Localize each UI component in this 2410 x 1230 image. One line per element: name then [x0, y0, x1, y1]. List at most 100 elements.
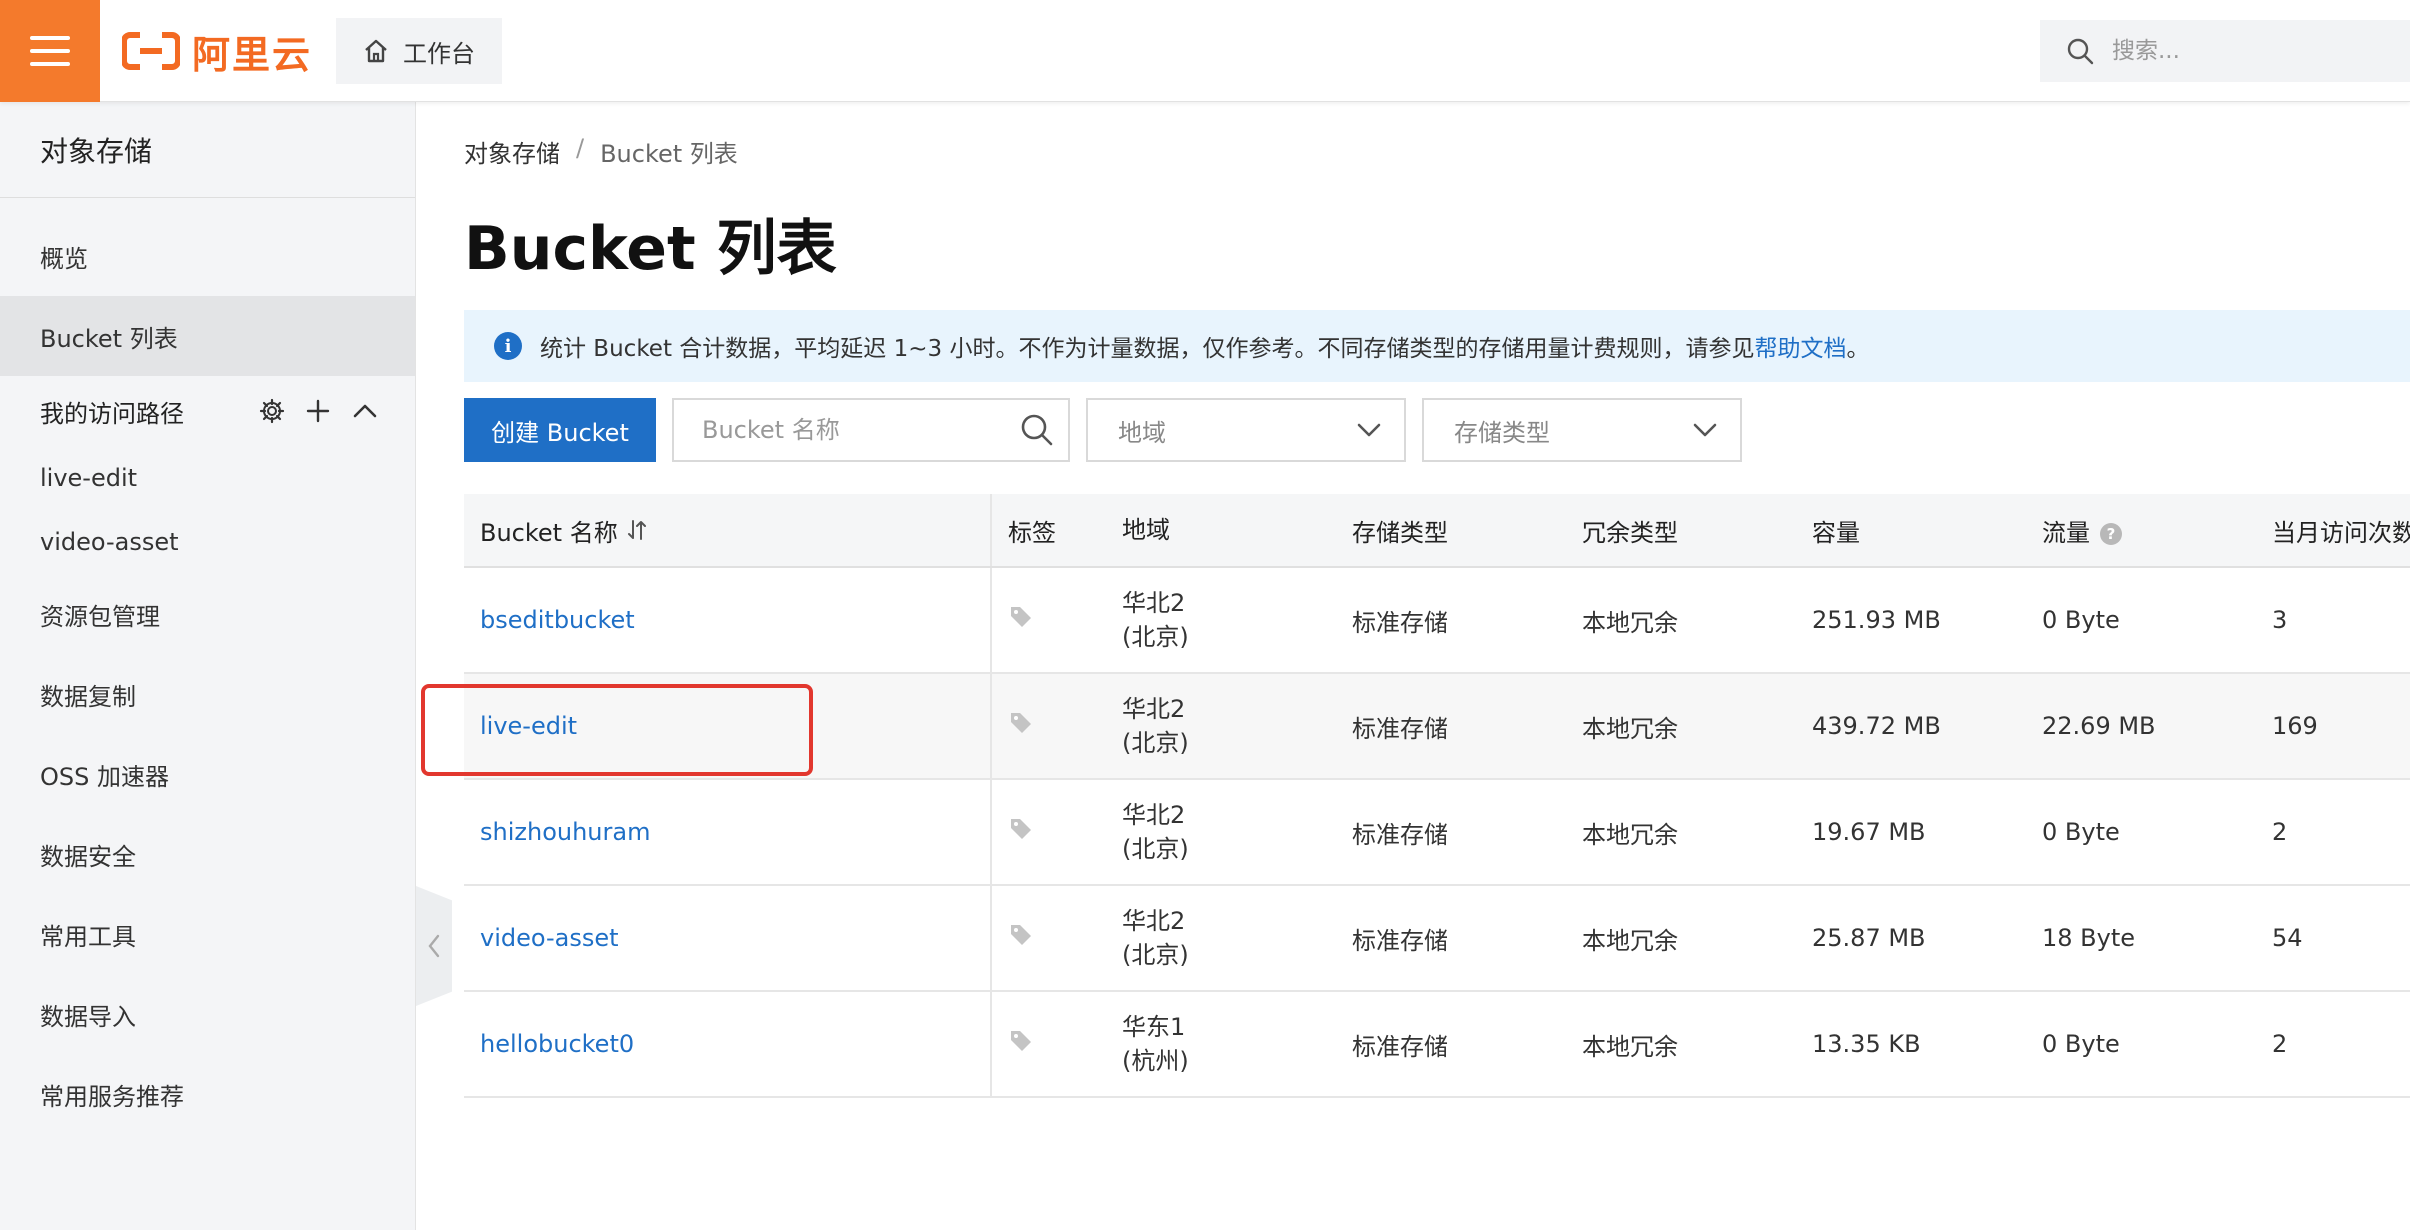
bucket-name-link[interactable]: shizhouhuram [480, 818, 650, 846]
sort-icon[interactable] [626, 518, 648, 542]
bucket-name-search[interactable] [672, 398, 1070, 462]
plus-icon[interactable] [305, 398, 331, 424]
table-row: shizhouhuram 华北2 (北京) 标准存储 本地冗余 19.67 MB … [464, 780, 2410, 886]
tag-icon[interactable] [1008, 710, 1034, 736]
redundancy-cell: 本地冗余 [1582, 926, 1678, 955]
col-redundancy: 冗余类型 [1582, 518, 1678, 547]
redundancy-cell: 本地冗余 [1582, 1032, 1678, 1061]
toolbar: 创建 Bucket 地域 存储类型 [464, 398, 1742, 462]
sidebar-item-overview[interactable]: 概览 [0, 216, 415, 296]
table-row: live-edit 华北2 (北京) 标准存储 本地冗余 439.72 MB 22… [464, 674, 2410, 780]
visits-cell: 2 [2272, 818, 2288, 846]
storage-type-cell: 标准存储 [1352, 926, 1448, 955]
traffic-cell: 22.69 MB [2042, 712, 2156, 740]
help-icon[interactable]: ? [2100, 522, 2122, 545]
visits-cell: 169 [2272, 712, 2318, 740]
chevron-up-icon[interactable] [351, 398, 379, 424]
bucket-name-input[interactable] [702, 416, 1002, 444]
traffic-cell: 18 Byte [2042, 924, 2136, 952]
breadcrumb-separator: / [576, 134, 585, 162]
breadcrumb-item-oss[interactable]: 对象存储 [464, 134, 560, 169]
table-row: bseditbucket 华北2 (北京) 标准存储 本地冗余 251.93 MB… [464, 568, 2410, 674]
col-bucket-name[interactable]: Bucket 名称 [464, 494, 992, 566]
region-cell: 华北2 (北京) [1122, 589, 1189, 651]
bucket-name-link[interactable]: live-edit [480, 712, 577, 740]
storage-type-cell: 标准存储 [1352, 714, 1448, 743]
col-tags: 标签 [1008, 518, 1056, 547]
sidebar-collapse-toggle[interactable] [416, 886, 452, 1006]
table-body: bseditbucket 华北2 (北京) 标准存储 本地冗余 251.93 MB… [464, 568, 2410, 1098]
bucket-name-link[interactable]: video-asset [480, 924, 619, 952]
traffic-cell: 0 Byte [2042, 606, 2120, 634]
sidebar-item-data-replication[interactable]: 数据复制 [0, 654, 415, 734]
storage-type-cell: 标准存储 [1352, 820, 1448, 849]
workbench-button[interactable]: 工作台 [336, 18, 502, 84]
info-icon: i [494, 332, 522, 360]
region-cell: 华东1 (杭州) [1122, 1013, 1189, 1075]
capacity-cell: 251.93 MB [1812, 606, 1941, 634]
bucket-name-link[interactable]: hellobucket0 [480, 1030, 634, 1058]
sidebar-item-common-tools[interactable]: 常用工具 [0, 894, 415, 974]
section-label: 我的访问路径 [40, 399, 184, 428]
sidebar-section-access-paths: 我的访问路径 [0, 376, 415, 446]
visits-cell: 3 [2272, 606, 2288, 634]
bucket-table: Bucket 名称 标签 地域 存储类型 冗余类型 容量 流量? 当月访问次数 … [464, 494, 2410, 1098]
storage-type-select[interactable]: 存储类型 [1422, 398, 1742, 462]
bucket-name-link[interactable]: bseditbucket [480, 606, 635, 634]
sidebar-path-live-edit[interactable]: live-edit [0, 446, 415, 510]
sidebar-item-data-import[interactable]: 数据导入 [0, 974, 415, 1054]
capacity-cell: 13.35 KB [1812, 1030, 1921, 1058]
region-select-placeholder: 地域 [1118, 418, 1166, 447]
sidebar-path-video-asset[interactable]: video-asset [0, 510, 415, 574]
sidebar-item-resource-packages[interactable]: 资源包管理 [0, 574, 415, 654]
sidebar-item-bucket-list[interactable]: Bucket 列表 [0, 296, 415, 376]
table-row: video-asset 华北2 (北京) 标准存储 本地冗余 25.87 MB 1… [464, 886, 2410, 992]
menu-icon[interactable] [0, 0, 100, 102]
page-title: Bucket 列表 [464, 214, 837, 284]
main-content: 对象存储 / Bucket 列表 Bucket 列表 i 统计 Bucket 合… [464, 102, 2410, 1230]
global-search[interactable] [2040, 20, 2410, 82]
traffic-cell: 0 Byte [2042, 1030, 2120, 1058]
tag-icon[interactable] [1008, 922, 1034, 948]
tag-icon[interactable] [1008, 1028, 1034, 1054]
sidebar-title: 对象存储 [0, 102, 415, 198]
storage-type-cell: 标准存储 [1352, 608, 1448, 637]
sidebar-item-data-security[interactable]: 数据安全 [0, 814, 415, 894]
top-bar: 阿里云 工作台 [0, 0, 2410, 102]
chevron-down-icon [1357, 423, 1381, 437]
info-notice: i 统计 Bucket 合计数据，平均延迟 1~3 小时。不作为计量数据，仅作参… [464, 310, 2410, 382]
region-cell: 华北2 (北京) [1122, 801, 1189, 863]
tag-icon[interactable] [1008, 816, 1034, 842]
gear-icon[interactable] [259, 398, 285, 424]
capacity-cell: 19.67 MB [1812, 818, 1926, 846]
chevron-left-icon [428, 934, 440, 958]
region-cell: 华北2 (北京) [1122, 695, 1189, 757]
search-icon[interactable] [1020, 413, 1054, 447]
region-cell: 华北2 (北京) [1122, 907, 1189, 969]
sidebar-item-oss-accelerator[interactable]: OSS 加速器 [0, 734, 415, 814]
redundancy-cell: 本地冗余 [1582, 820, 1678, 849]
chevron-down-icon [1693, 423, 1717, 437]
search-input[interactable] [2112, 38, 2410, 64]
logo-text: 阿里云 [192, 32, 313, 77]
aliyun-logo[interactable]: 阿里云 [122, 28, 312, 77]
home-icon [365, 39, 387, 63]
workbench-label: 工作台 [403, 39, 475, 68]
redundancy-cell: 本地冗余 [1582, 608, 1678, 637]
help-doc-link[interactable]: 帮助文档 [1754, 336, 1846, 362]
sidebar: 对象存储 概览 Bucket 列表 我的访问路径 live-edit video… [0, 102, 416, 1230]
col-traffic: 流量? [2026, 513, 2256, 548]
redundancy-cell: 本地冗余 [1582, 714, 1678, 743]
region-select[interactable]: 地域 [1086, 398, 1406, 462]
col-region: 地域 [1122, 516, 1170, 544]
sidebar-item-recommended-services[interactable]: 常用服务推荐 [0, 1054, 415, 1134]
create-bucket-button[interactable]: 创建 Bucket [464, 398, 656, 462]
notice-text: 统计 Bucket 合计数据，平均延迟 1~3 小时。不作为计量数据，仅作参考。… [540, 336, 1870, 362]
tag-icon[interactable] [1008, 604, 1034, 630]
breadcrumb-item-current: Bucket 列表 [600, 140, 738, 168]
col-storage-type: 存储类型 [1352, 518, 1448, 547]
col-monthly-visits: 当月访问次数 [2272, 518, 2410, 547]
capacity-cell: 439.72 MB [1812, 712, 1941, 740]
breadcrumb: 对象存储 / Bucket 列表 [464, 134, 738, 169]
traffic-cell: 0 Byte [2042, 818, 2120, 846]
